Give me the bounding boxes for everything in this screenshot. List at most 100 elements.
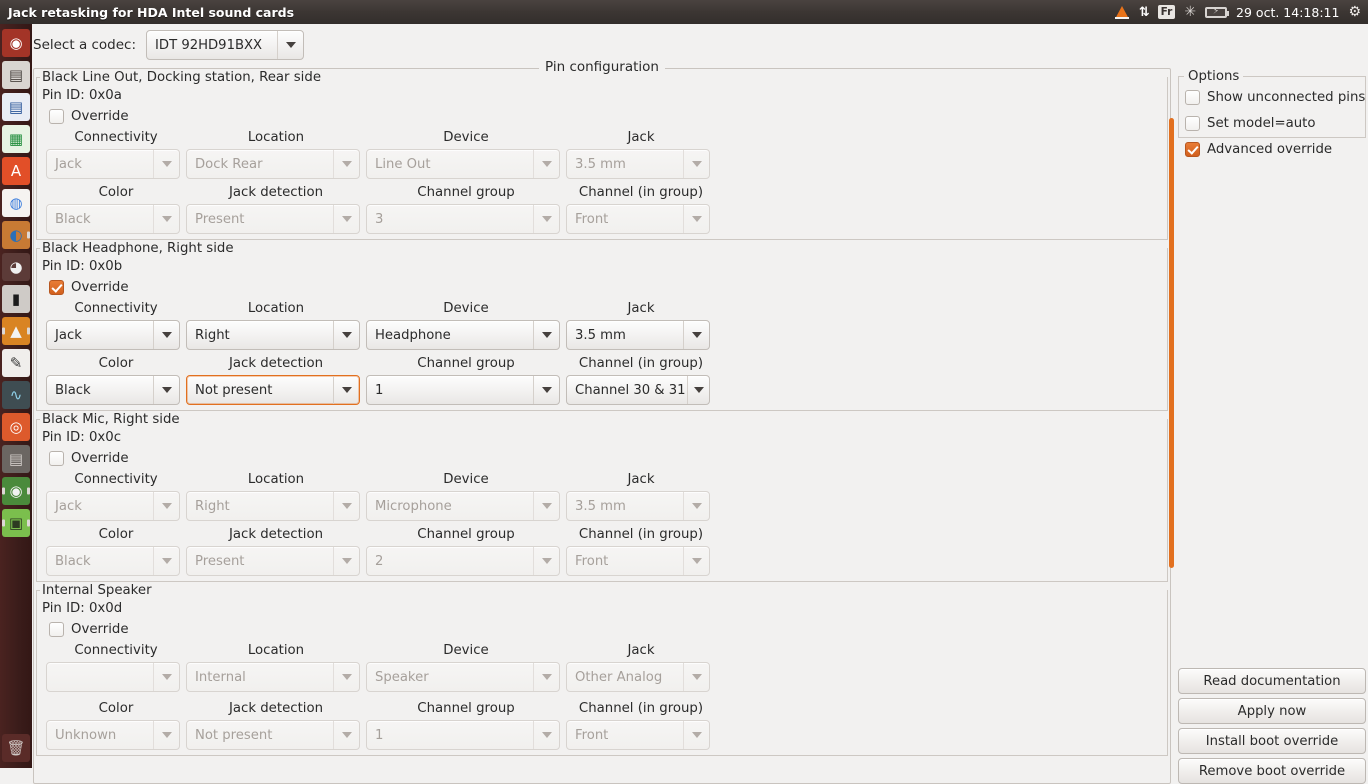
- chevron-down-icon: [533, 492, 559, 520]
- hda-jack-retask-icon[interactable]: ▣: [2, 509, 30, 537]
- chevron-down-icon: [333, 150, 359, 178]
- pin-configuration-scroll-area[interactable]: Black Line Out, Docking station, Rear si…: [34, 69, 1170, 783]
- connectivity-select: [46, 662, 180, 692]
- override-checkbox[interactable]: [49, 622, 64, 637]
- apply-now-button[interactable]: Apply now: [1178, 698, 1366, 724]
- chevron-down-icon: [683, 205, 709, 233]
- column-header: Channel group: [417, 356, 515, 371]
- text-editor-icon[interactable]: ✎: [2, 349, 30, 377]
- ubuntu-software-center-icon[interactable]: A: [2, 157, 30, 185]
- color-select-value: Black: [55, 553, 91, 569]
- combo-cell: Microphone: [366, 491, 566, 521]
- clock[interactable]: 29 oct. 14:18:11: [1236, 0, 1339, 24]
- channel-in-group-select[interactable]: Channel 30 & 31: [566, 375, 710, 405]
- sound-recorder-icon[interactable]: ◎: [2, 413, 30, 441]
- vertical-scrollbar[interactable]: [1169, 118, 1174, 568]
- chevron-down-icon: [333, 547, 359, 575]
- show-unconnected-pins-checkbox[interactable]: [1185, 89, 1200, 105]
- chevron-down-icon: [533, 321, 559, 349]
- chevron-down-icon: [333, 321, 359, 349]
- column-header: Jack detection: [228, 185, 324, 200]
- column-header: Channel group: [417, 701, 515, 716]
- gimp-icon[interactable]: ◕: [2, 253, 30, 281]
- chevron-down-icon: [683, 321, 709, 349]
- override-checkbox[interactable]: [49, 451, 64, 466]
- combo-cell: Jack: [46, 149, 186, 179]
- location-select: Right: [186, 491, 360, 521]
- google-chrome-icon[interactable]: ◍: [2, 189, 30, 217]
- override-checkbox[interactable]: [49, 109, 64, 124]
- right-column: Options Show unconnected pins Set model=a…: [1178, 68, 1366, 784]
- column-header: Location: [247, 301, 305, 316]
- column-header: Channel (in group): [578, 356, 704, 371]
- gear-icon[interactable]: ⚙: [1348, 0, 1361, 24]
- column-header: Device: [443, 130, 489, 145]
- read-documentation-button[interactable]: Read documentation: [1178, 668, 1366, 694]
- battery-charging-icon[interactable]: ⚡: [1205, 0, 1230, 24]
- keyboard-layout-indicator[interactable]: Fr: [1157, 0, 1176, 24]
- trash-icon[interactable]: 🗑: [2, 734, 30, 762]
- option-row[interactable]: Advanced override: [1185, 136, 1366, 162]
- pin-group: Black Headphone, Right side Pin ID: 0x0b O…: [36, 240, 1168, 411]
- set-model-auto-checkbox[interactable]: [1185, 115, 1200, 131]
- jack-select[interactable]: 3.5 mm: [566, 320, 710, 350]
- jack-select: 3.5 mm: [566, 491, 710, 521]
- column-header: Color: [98, 701, 134, 716]
- ubuntu-dash-icon[interactable]: ◉: [2, 29, 30, 57]
- column-header: Device: [443, 301, 489, 316]
- override-checkbox[interactable]: [49, 280, 64, 295]
- channel-group-select-value: 2: [375, 553, 384, 569]
- column-header: Location: [247, 643, 305, 658]
- channel-group-select-value: 3: [375, 211, 384, 227]
- color-select-value: Black: [55, 382, 91, 398]
- override-row: Override: [49, 280, 1168, 295]
- chevron-down-icon: [533, 663, 559, 691]
- connectivity-select-value: [47, 663, 153, 691]
- option-row[interactable]: Show unconnected pins: [1185, 84, 1366, 110]
- combo-cell: 3.5 mm: [566, 149, 716, 179]
- launcher-focus-indicator: [27, 327, 30, 335]
- chevron-down-icon: [153, 205, 179, 233]
- device-select[interactable]: Headphone: [366, 320, 560, 350]
- firefox-icon[interactable]: ◐: [2, 221, 30, 249]
- terminal-icon[interactable]: ▮: [2, 285, 30, 313]
- pin-group: Black Line Out, Docking station, Rear si…: [36, 69, 1168, 240]
- column-header: Channel (in group): [578, 185, 704, 200]
- combo-cell: Not present: [186, 720, 366, 750]
- option-label: Set model=auto: [1207, 115, 1316, 131]
- combo-cell: Not present: [186, 375, 366, 405]
- top-panel: Jack retasking for HDA Intel sound cards…: [0, 0, 1368, 24]
- combo-cell: Jack: [46, 491, 186, 521]
- vlc-media-player-icon[interactable]: ▲: [2, 317, 30, 345]
- combo-cell: Present: [186, 546, 366, 576]
- files-nautilus-icon[interactable]: ▤: [2, 61, 30, 89]
- remove-boot-override-button[interactable]: Remove boot override: [1178, 758, 1366, 784]
- combo-row: Jack Dock Rear Line Out 3.5 mm: [40, 149, 1168, 179]
- channel-group-select[interactable]: 1: [366, 375, 560, 405]
- channel-group-select: 3: [366, 204, 560, 234]
- codec-select[interactable]: IDT 92HD91BXX: [146, 30, 305, 60]
- libreoffice-calc-icon[interactable]: ▦: [2, 125, 30, 153]
- install-boot-override-button[interactable]: Install boot override: [1178, 728, 1366, 754]
- option-row[interactable]: Set model=auto: [1185, 110, 1366, 136]
- connectivity-select[interactable]: Jack: [46, 320, 180, 350]
- libreoffice-writer-icon[interactable]: ▤: [2, 93, 30, 121]
- advanced-override-checkbox[interactable]: [1185, 141, 1200, 157]
- bluetooth-icon[interactable]: ✳: [1184, 0, 1196, 24]
- vlc-cone-icon[interactable]: [1114, 0, 1130, 24]
- combo-cell: Right: [186, 320, 366, 350]
- color-select[interactable]: Black: [46, 375, 180, 405]
- network-up-down-icon[interactable]: ⇅: [1139, 0, 1150, 24]
- combo-cell: Jack: [46, 320, 186, 350]
- channel-group-select-value: 1: [375, 382, 384, 398]
- audio-tool-icon[interactable]: ∿: [2, 381, 30, 409]
- override-row: Override: [49, 622, 1168, 637]
- keyboard-icon[interactable]: ▤: [2, 445, 30, 473]
- combo-cell: [46, 662, 186, 695]
- action-buttons: Read documentation Apply now Install boot …: [1178, 668, 1366, 784]
- jack-detection-select[interactable]: Not present: [186, 375, 360, 405]
- connectivity-select: Jack: [46, 491, 180, 521]
- audacity-icon[interactable]: ◉: [2, 477, 30, 505]
- location-select[interactable]: Right: [186, 320, 360, 350]
- launcher-running-indicator: [2, 519, 5, 527]
